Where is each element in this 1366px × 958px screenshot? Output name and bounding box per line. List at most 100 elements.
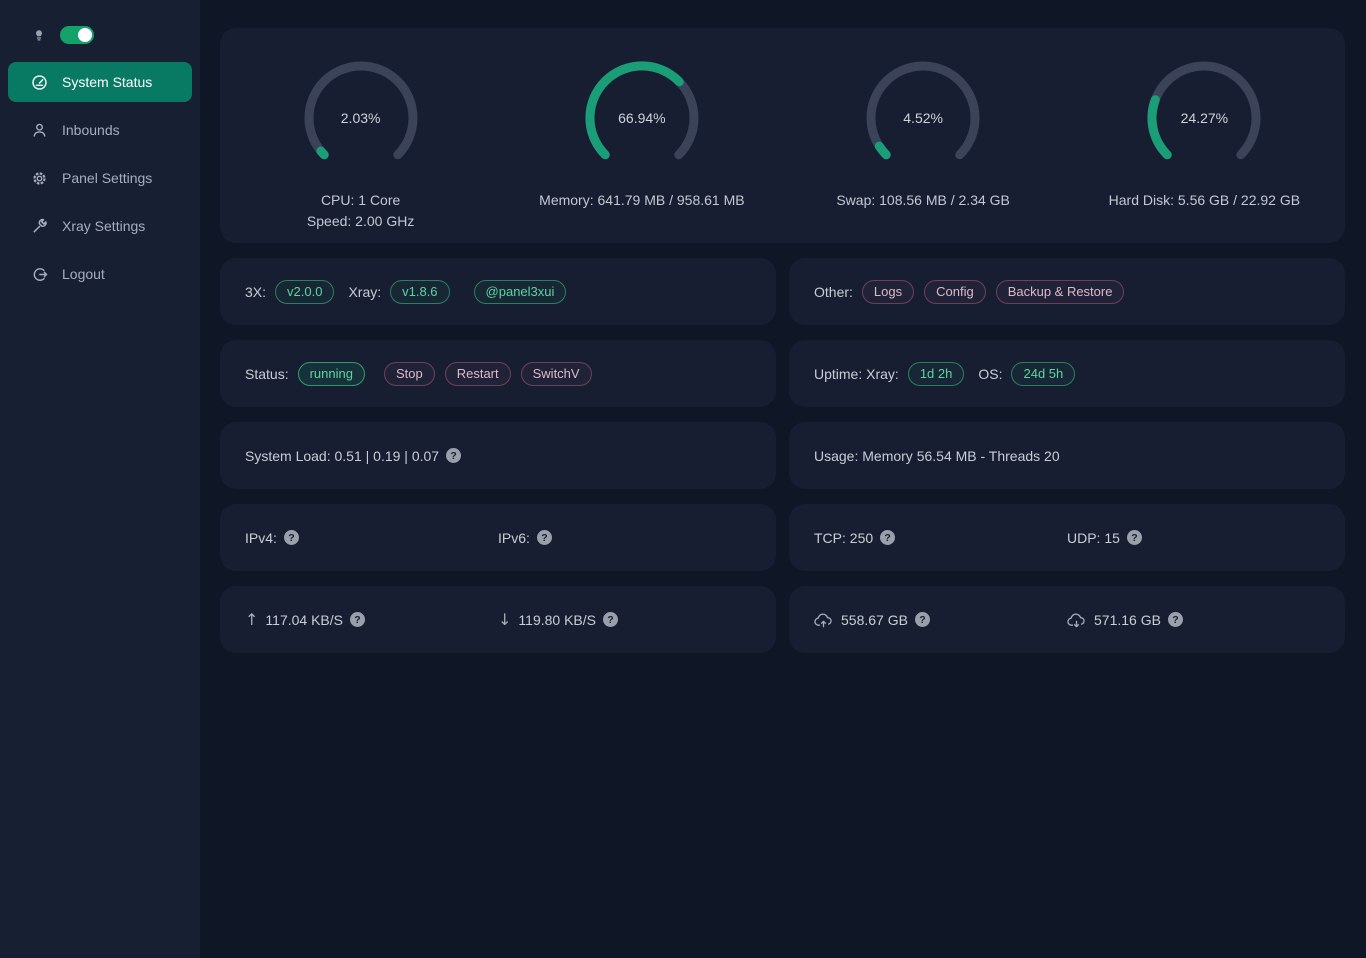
sidebar-item-xray-settings[interactable]: Xray Settings bbox=[8, 206, 192, 246]
cpu-gauge: 2.03% CPU: 1 CoreSpeed: 2.00 GHz bbox=[220, 57, 501, 243]
uptime-os-label: OS: bbox=[978, 366, 1002, 382]
app-window: System Status Inbounds Panel Settings Xray … bbox=[0, 0, 1366, 958]
wrench-icon bbox=[30, 217, 48, 235]
uptime-xray-badge: 1d 2h bbox=[908, 362, 965, 386]
ipv4-label: IPv4: bbox=[245, 530, 277, 546]
uptime-xray-label: Uptime: Xray: bbox=[814, 366, 899, 382]
hard-disk-gauge-value: 24.27% bbox=[1143, 57, 1265, 179]
udp-cell: UDP: 15 bbox=[1067, 530, 1320, 546]
connections-card: TCP: 250 UDP: 15 bbox=[789, 504, 1345, 571]
memory-gauge-caption: Memory: 641.79 MB / 958.61 MB bbox=[539, 190, 744, 211]
tcp-count-text: TCP: 250 bbox=[814, 530, 873, 546]
upload-speed-cell: 117.04 KB/S bbox=[245, 610, 498, 629]
other-backup-restore-badge[interactable]: Backup & Restore bbox=[996, 280, 1125, 304]
status-label: Status: bbox=[245, 366, 289, 382]
udp-help-icon[interactable] bbox=[1127, 530, 1142, 545]
sidebar-item-panel-settings[interactable]: Panel Settings bbox=[8, 158, 192, 198]
download-speed-help-icon[interactable] bbox=[603, 612, 618, 627]
download-speed-cell: 119.80 KB/S bbox=[498, 610, 751, 629]
swap-gauge-caption: Swap: 108.56 MB / 2.34 GB bbox=[836, 190, 1010, 211]
sidebar: System Status Inbounds Panel Settings Xray … bbox=[0, 0, 200, 958]
gear-icon bbox=[30, 169, 48, 187]
cpu-gauge-ring: 2.03% bbox=[300, 57, 422, 179]
sidebar-item-label: System Status bbox=[62, 74, 152, 90]
xray-version-label: Xray: bbox=[348, 284, 381, 300]
memory-gauge-value: 66.94% bbox=[581, 57, 703, 179]
cloud-download-icon bbox=[1067, 612, 1086, 628]
upload-arrow-icon bbox=[245, 610, 258, 629]
ipv6-cell: IPv6: bbox=[498, 530, 751, 546]
action-stop-badge[interactable]: Stop bbox=[384, 362, 435, 386]
usage-text: Usage: Memory 56.54 MB - Threads 20 bbox=[814, 448, 1060, 464]
swap-gauge-value: 4.52% bbox=[862, 57, 984, 179]
3x-version-badge[interactable]: v2.0.0 bbox=[275, 280, 334, 304]
cpu-gauge-caption: CPU: 1 CoreSpeed: 2.00 GHz bbox=[307, 190, 414, 232]
sidebar-item-label: Inbounds bbox=[62, 122, 120, 138]
memory-gauge: 66.94% Memory: 641.79 MB / 958.61 MB bbox=[501, 57, 782, 243]
tcp-cell: TCP: 250 bbox=[814, 530, 1067, 546]
theme-toggle[interactable] bbox=[60, 26, 94, 44]
ip-card: IPv4: IPv6: bbox=[220, 504, 776, 571]
total-download-text: 571.16 GB bbox=[1094, 612, 1161, 628]
sidebar-item-logout[interactable]: Logout bbox=[8, 254, 192, 294]
ipv4-cell: IPv4: bbox=[245, 530, 498, 546]
system-load-text: System Load: 0.51 | 0.19 | 0.07 bbox=[245, 448, 439, 464]
total-upload-help-icon[interactable] bbox=[915, 612, 930, 627]
hard-disk-gauge: 24.27% Hard Disk: 5.56 GB / 22.92 GB bbox=[1064, 57, 1345, 243]
xray-version-badge[interactable]: v1.8.6 bbox=[390, 280, 449, 304]
hard-disk-gauge-caption: Hard Disk: 5.56 GB / 22.92 GB bbox=[1109, 190, 1300, 211]
main-content: 2.03% CPU: 1 CoreSpeed: 2.00 GHz 66.94% Mem… bbox=[200, 0, 1366, 958]
system-load-card: System Load: 0.51 | 0.19 | 0.07 bbox=[220, 422, 776, 489]
uptime-os-badge: 24d 5h bbox=[1011, 362, 1075, 386]
uptime-card: Uptime: Xray: 1d 2h OS: 24d 5h bbox=[789, 340, 1345, 407]
total-download-cell: 571.16 GB bbox=[1067, 612, 1320, 628]
other-badges: Logs Config Backup & Restore bbox=[862, 280, 1135, 304]
theme-toggle-row bbox=[0, 0, 200, 58]
upload-speed-help-icon[interactable] bbox=[350, 612, 365, 627]
speed-card: 117.04 KB/S 119.80 KB/S bbox=[220, 586, 776, 653]
ipv6-help-icon[interactable] bbox=[537, 530, 552, 545]
other-logs-badge[interactable]: Logs bbox=[862, 280, 914, 304]
download-speed-text: 119.80 KB/S bbox=[518, 612, 596, 628]
status-running-badge: running bbox=[298, 362, 365, 386]
total-download-help-icon[interactable] bbox=[1168, 612, 1183, 627]
total-upload-text: 558.67 GB bbox=[841, 612, 908, 628]
system-gauges-card: 2.03% CPU: 1 CoreSpeed: 2.00 GHz 66.94% Mem… bbox=[220, 28, 1345, 243]
toggle-knob bbox=[78, 28, 92, 42]
swap-gauge: 4.52% Swap: 108.56 MB / 2.34 GB bbox=[783, 57, 1064, 243]
logout-icon bbox=[30, 265, 48, 283]
ipv6-label: IPv6: bbox=[498, 530, 530, 546]
hard-disk-gauge-ring: 24.27% bbox=[1143, 57, 1265, 179]
sidebar-item-inbounds[interactable]: Inbounds bbox=[8, 110, 192, 150]
cloud-upload-icon bbox=[814, 612, 833, 628]
system-load-help-icon[interactable] bbox=[446, 448, 461, 463]
other-config-badge[interactable]: Config bbox=[924, 280, 986, 304]
download-arrow-icon bbox=[498, 610, 511, 629]
total-upload-cell: 558.67 GB bbox=[814, 612, 1067, 628]
sidebar-menu: System Status Inbounds Panel Settings Xray … bbox=[0, 58, 200, 298]
user-icon bbox=[30, 121, 48, 139]
traffic-card: 558.67 GB 571.16 GB bbox=[789, 586, 1345, 653]
action-switchv-badge[interactable]: SwitchV bbox=[521, 362, 592, 386]
sidebar-item-label: Panel Settings bbox=[62, 170, 152, 186]
action-restart-badge[interactable]: Restart bbox=[445, 362, 511, 386]
ipv4-help-icon[interactable] bbox=[284, 530, 299, 545]
cpu-gauge-value: 2.03% bbox=[300, 57, 422, 179]
sidebar-item-system-status[interactable]: System Status bbox=[8, 62, 192, 102]
other-label: Other: bbox=[814, 284, 853, 300]
udp-count-text: UDP: 15 bbox=[1067, 530, 1120, 546]
status-cards-grid: 3X: v2.0.0 Xray: v1.8.6 @panel3xui Other… bbox=[220, 258, 1345, 653]
sidebar-item-label: Logout bbox=[62, 266, 105, 282]
other-card: Other: Logs Config Backup & Restore bbox=[789, 258, 1345, 325]
tcp-help-icon[interactable] bbox=[880, 530, 895, 545]
version-card: 3X: v2.0.0 Xray: v1.8.6 @panel3xui bbox=[220, 258, 776, 325]
status-card: Status: running Stop Restart SwitchV bbox=[220, 340, 776, 407]
upload-speed-text: 117.04 KB/S bbox=[265, 612, 343, 628]
swap-gauge-ring: 4.52% bbox=[862, 57, 984, 179]
3x-version-label: 3X: bbox=[245, 284, 266, 300]
telegram-badge[interactable]: @panel3xui bbox=[474, 280, 567, 304]
sidebar-item-label: Xray Settings bbox=[62, 218, 145, 234]
dashboard-icon bbox=[30, 73, 48, 91]
usage-card: Usage: Memory 56.54 MB - Threads 20 bbox=[789, 422, 1345, 489]
status-actions: Stop Restart SwitchV bbox=[384, 362, 602, 386]
